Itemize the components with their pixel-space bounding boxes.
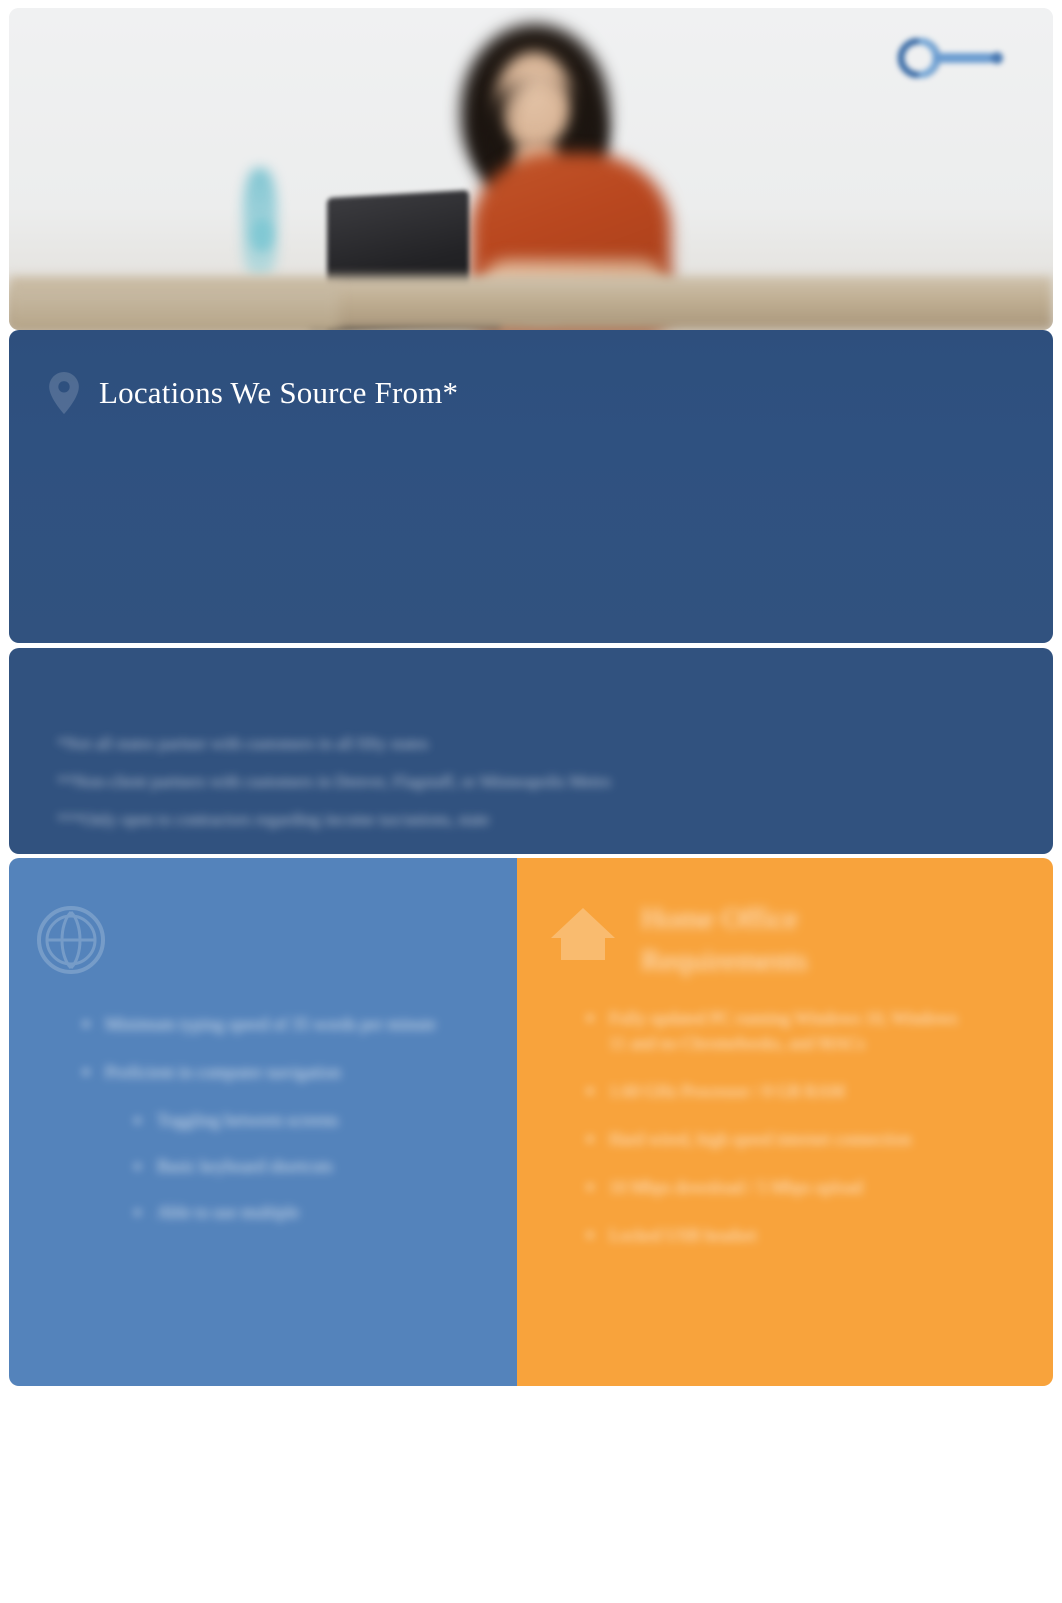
- list-item: Fully updated PC running Windows 10, Win…: [573, 1006, 973, 1056]
- plant-decor-secondary-icon: [251, 218, 273, 252]
- list-item: Locked USB headset: [573, 1223, 973, 1248]
- list-item: Able to use multiple: [123, 1200, 489, 1225]
- footnote-1: *Not all states partner with customers i…: [57, 734, 429, 753]
- globe-badge-icon: [37, 906, 105, 974]
- footnote-3: ***Only open to contractors regarding in…: [57, 810, 490, 829]
- requirements-panels: Minimum typing speed of 35 words per min…: [9, 858, 1053, 1386]
- skills-bullet-list: Minimum typing speed of 35 words per min…: [69, 1012, 489, 1246]
- skills-panel-header: [35, 904, 129, 976]
- home-office-bullet-list: Fully updated PC running Windows 10, Win…: [573, 1006, 973, 1271]
- hero-image: [9, 8, 1053, 330]
- home-office-panel-header: Home Office Requirements: [547, 898, 941, 982]
- title-row: Locations We Source From*: [49, 372, 458, 414]
- house-icon: [551, 908, 615, 960]
- list-item: 1.60 GHz Processor / 8 GB RAM: [573, 1079, 973, 1104]
- home-office-panel-title: Home Office Requirements: [641, 902, 808, 977]
- list-item: Minimum typing speed of 35 words per min…: [69, 1012, 489, 1037]
- list-item: Hard wired, high speed internet connecti…: [573, 1127, 973, 1152]
- company-logo: [897, 38, 1003, 78]
- list-item: Toggling between screens: [123, 1108, 489, 1133]
- locations-card: Locations We Source From* United States …: [9, 330, 1053, 643]
- slide-page: Locations We Source From* United States …: [0, 0, 1062, 1603]
- page-title: Locations We Source From*: [99, 375, 459, 410]
- list-item: Proficient in computer navigation: [69, 1060, 489, 1085]
- list-item: Basic keyboard shortcuts: [123, 1154, 489, 1179]
- home-office-panel: Home Office Requirements Fully updated P…: [517, 858, 1053, 1386]
- footnote-2: **Non-client partners with customers in …: [57, 772, 611, 791]
- footnotes-card: *Not all states partner with customers i…: [9, 648, 1053, 854]
- desk-surface-left: [9, 286, 339, 330]
- skills-panel: Minimum typing speed of 35 words per min…: [9, 858, 517, 1386]
- list-item: 10 Mbps download / 5 Mbps upload: [573, 1175, 973, 1200]
- map-pin-icon: [49, 372, 79, 414]
